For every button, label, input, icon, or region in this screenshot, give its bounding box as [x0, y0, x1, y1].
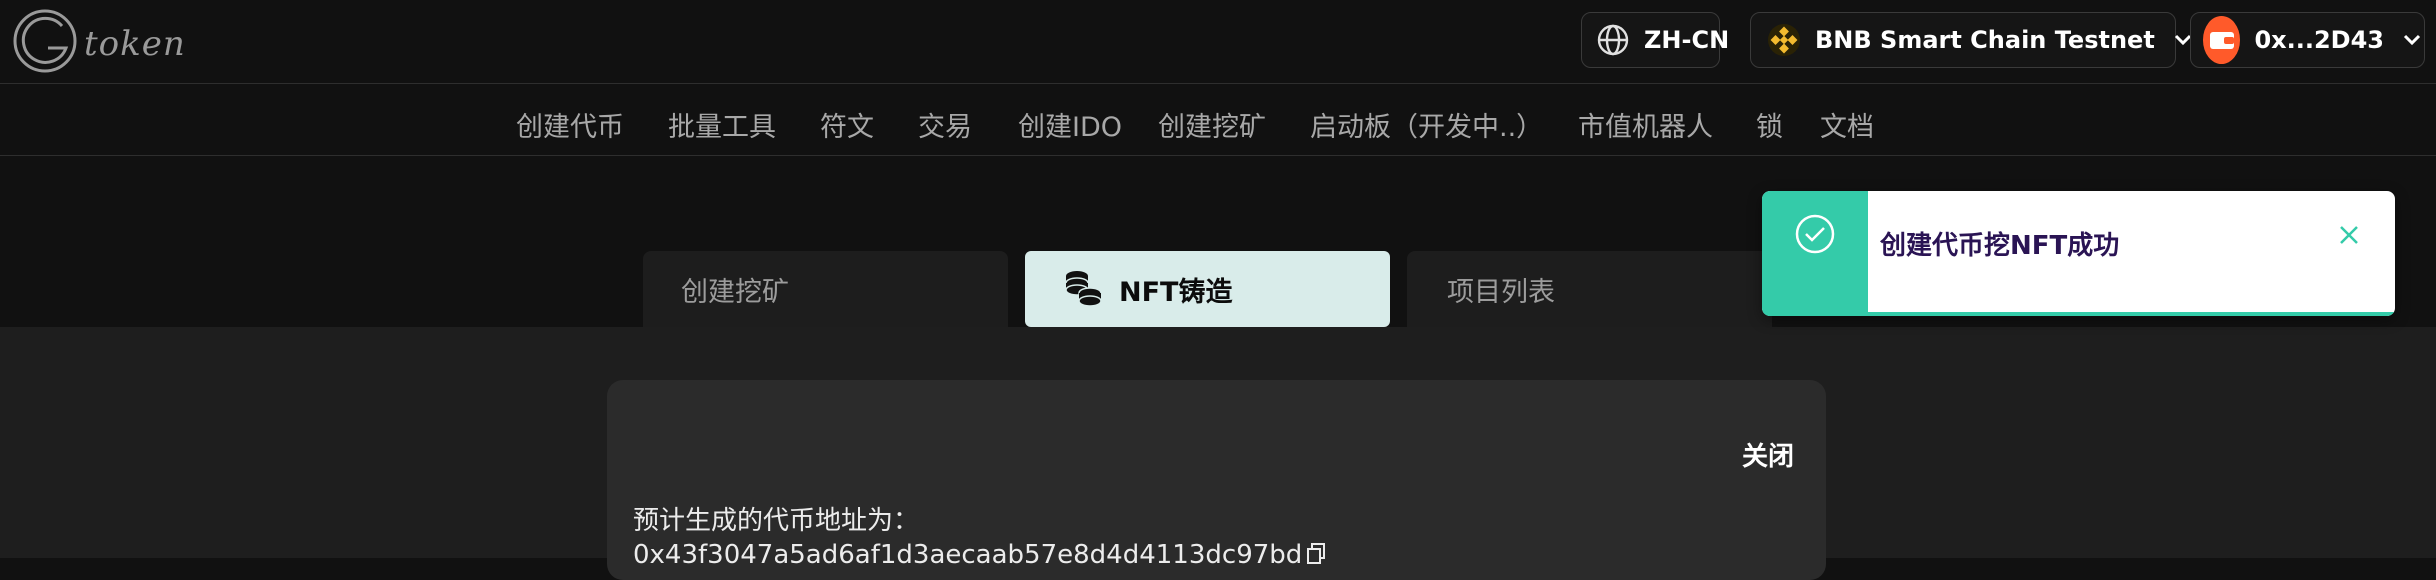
- logo-text: token: [84, 24, 186, 64]
- chain-selector[interactable]: BNB Smart Chain Testnet: [1750, 12, 2191, 68]
- nav-create-mining[interactable]: 创建挖矿: [1158, 105, 1266, 144]
- success-toast: 创建代币挖NFT成功: [1762, 191, 2395, 316]
- nav-create-ido[interactable]: 创建IDO: [1018, 105, 1122, 144]
- nft-mint-panel: 关闭 预计生成的代币地址为： 0x43f3047a5ad6af1d3aecaab…: [607, 380, 1826, 580]
- nav-runes[interactable]: 符文: [820, 105, 874, 144]
- toast-status-bar: [1762, 191, 1868, 316]
- nav-launchpad[interactable]: 启动板（开发中..）: [1310, 105, 1543, 144]
- predict-address-row: 0x43f3047a5ad6af1d3aecaab57e8d4d4113dc97…: [633, 540, 1326, 570]
- check-circle-icon: [1795, 214, 1835, 254]
- tab-project-list-label: 项目列表: [1447, 276, 1555, 308]
- toast-message: 创建代币挖NFT成功: [1880, 231, 2120, 261]
- globe-icon: [1596, 22, 1630, 58]
- toast-progress: [1762, 312, 2395, 316]
- language-selector[interactable]: ZH-CN: [1581, 12, 1729, 68]
- nav-trade[interactable]: 交易: [918, 105, 972, 144]
- tab-nft-mint-label: NFT铸造: [1119, 276, 1233, 308]
- language-label: ZH-CN: [1644, 26, 1730, 54]
- coins-icon: [1065, 271, 1102, 307]
- close-button[interactable]: 关闭: [1742, 436, 1794, 473]
- tab-create-mining[interactable]: 创建挖矿: [643, 251, 1008, 327]
- logo[interactable]: token: [12, 8, 185, 74]
- tab-nft-mint[interactable]: NFT铸造: [1025, 251, 1390, 327]
- bnb-icon: [1767, 22, 1801, 58]
- chevron-down-icon: [2400, 28, 2424, 52]
- top-bar: token ZH-CN BNB Smart Chain Testnet 0x..…: [0, 0, 2436, 84]
- main-nav: 创建代币 批量工具 符文 交易 创建IDO 创建挖矿 启动板（开发中..） 市值…: [0, 85, 2436, 156]
- nav-batch-tools[interactable]: 批量工具: [668, 105, 776, 144]
- predict-address-label: 预计生成的代币地址为：: [633, 506, 920, 536]
- chain-label: BNB Smart Chain Testnet: [1815, 26, 2155, 54]
- wallet-icon: [2203, 16, 2241, 64]
- logo-mark-icon: [13, 9, 77, 73]
- nav-create-token[interactable]: 创建代币: [516, 105, 624, 144]
- predict-address-value: 0x43f3047a5ad6af1d3aecaab57e8d4d4113dc97…: [633, 540, 1303, 570]
- nav-market-bot[interactable]: 市值机器人: [1578, 105, 1713, 144]
- tab-project-list[interactable]: 项目列表: [1407, 251, 1772, 327]
- nav-docs[interactable]: 文档: [1820, 105, 1874, 144]
- tab-create-mining-label: 创建挖矿: [681, 276, 789, 308]
- wallet-button[interactable]: 0x...2D43: [2190, 12, 2425, 68]
- close-icon[interactable]: [2337, 223, 2361, 247]
- copy-icon[interactable]: [1306, 543, 1326, 565]
- wallet-address: 0x...2D43: [2254, 26, 2384, 54]
- nav-lock[interactable]: 锁: [1756, 105, 1783, 144]
